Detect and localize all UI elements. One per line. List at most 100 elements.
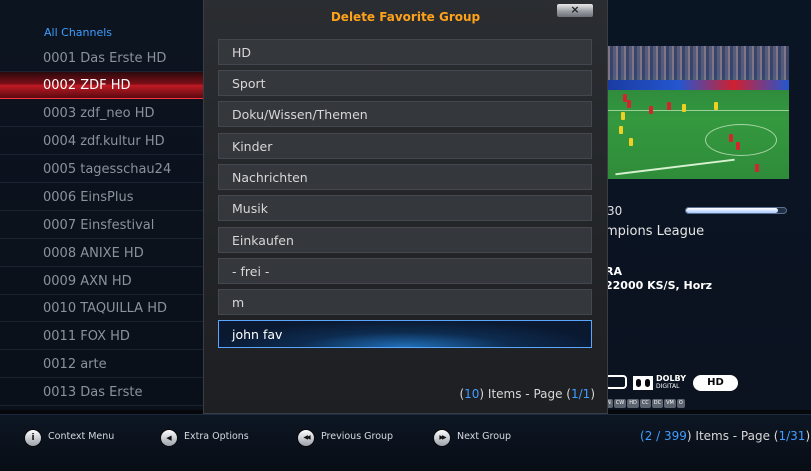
transponder-info: 22000 KS/S, Horz xyxy=(605,279,713,292)
favorite-group-item[interactable]: Kinder xyxy=(218,133,592,159)
channel-label: 0008 ANIXE HD xyxy=(43,246,144,261)
channel-label: 0011 FOX HD xyxy=(43,329,130,344)
page-number: 1/1 xyxy=(571,387,591,401)
close-button[interactable]: × xyxy=(556,3,594,18)
program-progress-fill xyxy=(686,208,778,213)
favorite-group-item[interactable]: m xyxy=(218,289,592,315)
channel-row[interactable]: 0003 zdf_neo HD xyxy=(0,100,205,127)
favorite-group-item[interactable]: Musik xyxy=(218,195,592,221)
channel-row[interactable]: 0004 zdf.kultur HD xyxy=(0,128,205,155)
group-label: HD xyxy=(232,45,252,60)
group-label: john fav xyxy=(232,327,283,342)
screen-format-icon xyxy=(605,375,627,389)
format-logos: DOLBY DIGITAL HD xyxy=(605,375,745,393)
preview-player xyxy=(627,100,631,108)
program-time: 30 xyxy=(607,204,623,218)
preview-player xyxy=(619,126,623,134)
channel-label: 0007 Einsfestival xyxy=(43,218,155,233)
preview-player xyxy=(621,112,625,120)
bottom-hint-bar: i Context Menu ◀ Extra Options ◀◀ Previo… xyxy=(0,414,811,471)
preview-pitch-circle xyxy=(705,124,777,156)
group-label: Einkaufen xyxy=(232,233,294,248)
channel-label: 0004 zdf.kultur HD xyxy=(43,134,165,149)
channel-label: 0013 Das Erste xyxy=(43,385,143,400)
channel-row-selected[interactable]: 0002 ZDF HD xyxy=(0,72,205,99)
hint-label: Extra Options xyxy=(184,431,249,442)
feature-icon: CW xyxy=(613,399,627,408)
dolby-mark-icon xyxy=(633,376,653,390)
video-preview xyxy=(605,46,789,179)
favorite-group-item[interactable]: Einkaufen xyxy=(218,227,592,253)
favorite-group-item[interactable]: Doku/Wissen/Themen xyxy=(218,101,592,127)
dialog-title: Delete Favorite Group xyxy=(330,10,481,24)
group-label: m xyxy=(232,295,245,310)
preview-player xyxy=(755,164,759,172)
program-title: mpions League xyxy=(605,224,705,239)
page-number: 1/31 xyxy=(778,429,806,443)
rewind-icon: ◀◀ xyxy=(297,429,315,447)
delete-favorite-group-dialog: Delete Favorite Group × HD Sport Doku/Wi… xyxy=(203,0,608,414)
preview-advert-boards xyxy=(605,80,789,90)
paren: ) xyxy=(590,387,595,401)
dolby-digital-icon: DOLBY DIGITAL xyxy=(633,375,689,391)
feature-icon: CC xyxy=(639,399,651,408)
dialog-pagination: (10) Items - Page (1/1) xyxy=(459,387,595,401)
channel-row[interactable]: 0008 ANIXE HD xyxy=(0,240,205,267)
preview-player xyxy=(682,104,686,112)
group-label: Sport xyxy=(232,76,266,91)
channel-row[interactable]: 0012 arte xyxy=(0,351,205,378)
hd-badge: HD xyxy=(693,375,738,391)
pagination-text: ) Items - Page ( xyxy=(479,387,571,401)
channel-row[interactable]: 0009 AXN HD xyxy=(0,268,205,295)
preview-pitch-line xyxy=(605,110,789,111)
program-progress-bar xyxy=(685,207,787,214)
group-label: Kinder xyxy=(232,139,273,154)
channel-row[interactable]: 0007 Einsfestival xyxy=(0,212,205,239)
hint-label: Next Group xyxy=(457,431,512,442)
preview-crowd xyxy=(605,46,789,80)
stream-feature-icons: N CW HD CC DC VM O xyxy=(605,399,686,409)
fast-forward-icon: ▶▶ xyxy=(433,429,451,447)
feature-icon: HD xyxy=(627,399,639,408)
group-label: Musik xyxy=(232,201,268,216)
info-icon: i xyxy=(24,429,42,447)
favorite-group-item[interactable]: Sport xyxy=(218,70,592,96)
channel-row[interactable]: 0001 Das Erste HD xyxy=(0,45,205,72)
paren: ) xyxy=(805,429,811,443)
dolby-text: DOLBY xyxy=(656,374,686,383)
channel-row[interactable]: 0005 tagesschau24 xyxy=(0,156,205,183)
channel-row[interactable]: 0010 TAQUILLA HD xyxy=(0,295,205,322)
favorite-group-item[interactable]: - frei - xyxy=(218,258,592,284)
group-label: Nachrichten xyxy=(232,170,308,185)
dolby-subtext: DIGITAL xyxy=(656,383,680,390)
left-arrow-icon: ◀ xyxy=(160,429,178,447)
channel-label: 0003 zdf_neo HD xyxy=(43,106,155,121)
preview-player xyxy=(714,102,718,110)
favorite-group-item[interactable]: Nachrichten xyxy=(218,164,592,190)
preview-player xyxy=(649,106,653,114)
group-label: Doku/Wissen/Themen xyxy=(232,107,368,122)
preview-player xyxy=(667,102,671,110)
feature-icon: VM xyxy=(664,399,676,408)
list-header: All Channels xyxy=(44,26,113,39)
pagination-text: ) Items - Page ( xyxy=(686,429,779,443)
channel-pagination: (2 / 399) Items - Page (1/31) xyxy=(640,429,810,443)
channel-label: 0012 arte xyxy=(43,357,107,372)
channel-label: 0006 EinsPlus xyxy=(43,190,134,205)
preview-pitch-line xyxy=(615,158,735,176)
channel-row[interactable]: 0011 FOX HD xyxy=(0,323,205,350)
channel-row[interactable]: 0006 EinsPlus xyxy=(0,184,205,211)
channel-label: 0002 ZDF HD xyxy=(43,78,131,93)
hint-label: Context Menu xyxy=(48,431,115,442)
preview-player xyxy=(729,134,733,142)
favorite-group-item[interactable]: HD xyxy=(218,39,592,65)
channel-row[interactable]: 0013 Das Erste xyxy=(0,379,205,406)
channel-label: 0010 TAQUILLA HD xyxy=(43,301,167,316)
channel-label: 0001 Das Erste HD xyxy=(43,51,167,66)
channel-label: 0005 tagesschau24 xyxy=(43,162,172,177)
channel-position: 2 / 399 xyxy=(644,429,687,443)
hint-label: Previous Group xyxy=(321,431,394,442)
favorite-group-item-selected[interactable]: john fav xyxy=(218,320,592,348)
channel-label: 0009 AXN HD xyxy=(43,274,132,289)
preview-player xyxy=(629,138,633,146)
